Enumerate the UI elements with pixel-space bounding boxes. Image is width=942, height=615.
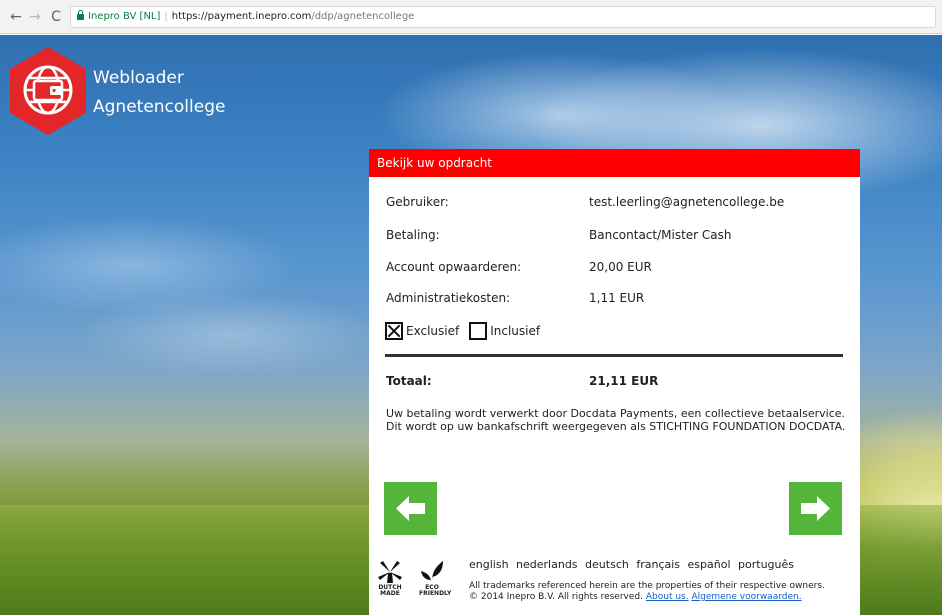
total-label: Totaal:: [386, 374, 432, 388]
reload-icon[interactable]: C: [48, 9, 64, 25]
lock-icon: [77, 10, 84, 20]
logo-subtitle: Agnetencollege: [93, 97, 226, 117]
back-arrow-icon[interactable]: ←: [8, 9, 24, 25]
lang-portugues[interactable]: português: [738, 558, 794, 571]
globe-wallet-icon: [23, 65, 73, 115]
secure-site-name: Inepro BV [NL]: [88, 11, 161, 22]
url-host: https://payment.inepro.com: [171, 11, 312, 22]
browser-toolbar: ← → C Inepro BV [NL] | https://payment.ine…: [0, 0, 942, 34]
total-value: 21,11 EUR: [589, 374, 659, 388]
admin-fee-label: Administratiekosten:: [386, 291, 511, 305]
trademark-notice: All trademarks referenced herein are the…: [469, 581, 825, 591]
user-value: test.leerling@agnetencollege.be: [589, 195, 785, 209]
logo-title: Webloader: [93, 68, 184, 88]
total-divider: [385, 354, 843, 357]
exclusive-label[interactable]: Exclusief: [406, 324, 459, 338]
fee-option-group: Exclusief Inclusief: [385, 322, 550, 342]
lang-espanol[interactable]: español: [688, 558, 731, 571]
payment-value: Bancontact/Mister Cash: [589, 228, 732, 242]
next-button[interactable]: [789, 482, 842, 535]
payment-label: Betaling:: [386, 228, 440, 242]
lang-english[interactable]: english: [469, 558, 509, 571]
url-path: /ddp/agnetencollege: [311, 11, 415, 22]
admin-fee-value: 1,11 EUR: [589, 291, 645, 305]
topup-label: Account opwaarderen:: [386, 260, 522, 274]
legal-text: All trademarks referenced herein are the…: [469, 581, 859, 603]
dutch-made-badge: DUTCH MADE: [377, 585, 403, 597]
leaf-icon: [421, 561, 443, 582]
user-label: Gebruiker:: [386, 195, 449, 209]
copyright-line: © 2014 Inepro B.V. All rights reserved. …: [469, 592, 859, 603]
arrow-right-icon: [801, 496, 830, 521]
inclusive-checkbox[interactable]: [469, 322, 488, 340]
url-separator: |: [164, 11, 168, 22]
lang-nederlands[interactable]: nederlands: [516, 558, 578, 571]
order-review-panel: Bekijk uw opdracht Gebruiker: test.leerl…: [369, 149, 860, 615]
about-us-link[interactable]: About us.: [646, 592, 689, 602]
topup-value: 20,00 EUR: [589, 260, 652, 274]
back-button[interactable]: [384, 482, 437, 535]
badge-eco-line2: FRIENDLY: [419, 590, 452, 597]
lang-deutsch[interactable]: deutsch: [585, 558, 629, 571]
address-bar[interactable]: Inepro BV [NL] | https://payment.inepro.co…: [70, 6, 936, 28]
payment-info-text: Uw betaling wordt verwerkt door Docdata …: [386, 407, 846, 433]
terms-link[interactable]: Algemene voorwaarden.: [691, 592, 801, 602]
forward-arrow-icon[interactable]: →: [27, 9, 43, 25]
inclusive-label[interactable]: Inclusief: [490, 324, 540, 338]
panel-header: Bekijk uw opdracht: [369, 149, 860, 177]
arrow-left-icon: [396, 496, 425, 521]
copyright-text: © 2014 Inepro B.V. All rights reserved.: [469, 592, 643, 602]
language-selector: english nederlands deutsch français espa…: [469, 558, 798, 571]
eco-friendly-badge: ECO FRIENDLY: [419, 585, 452, 597]
exclusive-checkbox[interactable]: [385, 322, 403, 340]
lang-francais[interactable]: français: [636, 558, 680, 571]
badge-dutch-line2: MADE: [380, 590, 400, 597]
windmill-icon: [378, 561, 402, 583]
